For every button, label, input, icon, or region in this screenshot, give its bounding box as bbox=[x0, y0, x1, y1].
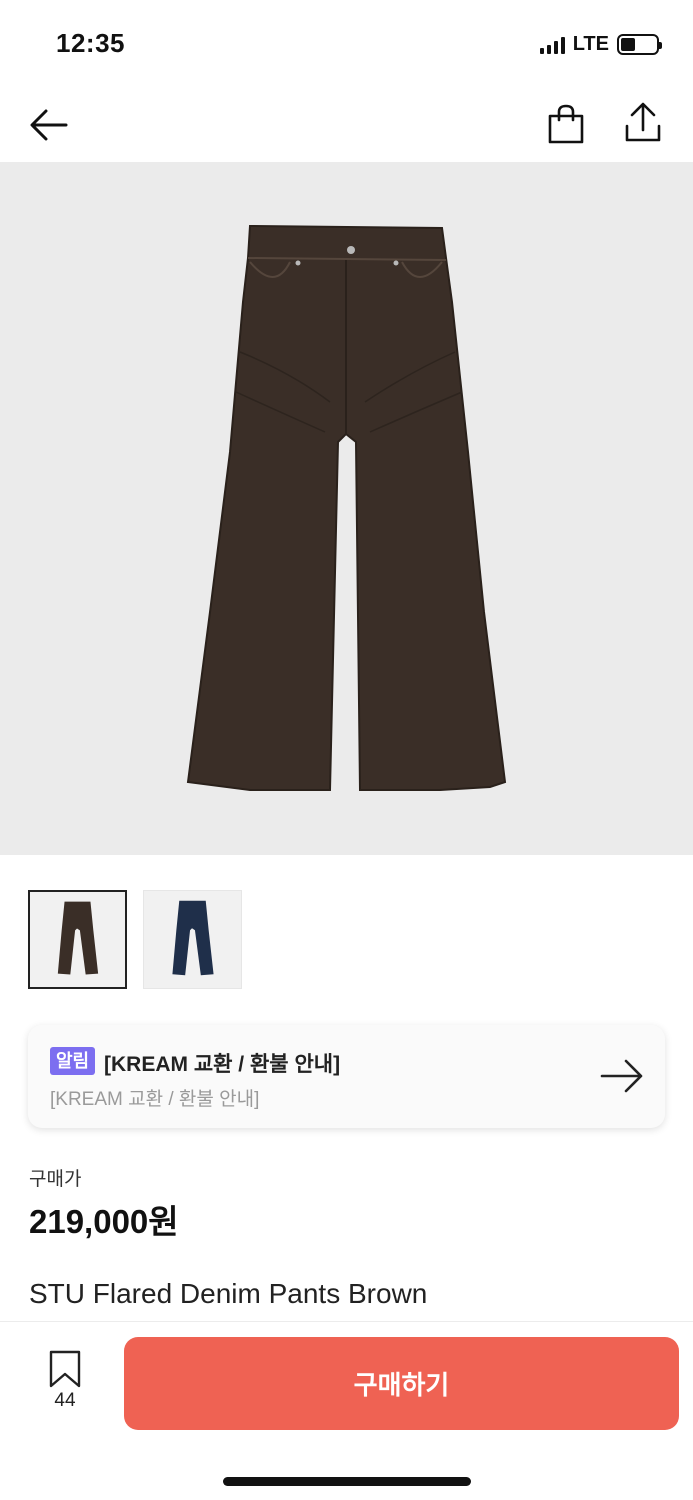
home-indicator[interactable] bbox=[223, 1477, 471, 1486]
back-button[interactable] bbox=[26, 102, 72, 148]
notice-subtitle: [KREAM 교환 / 환불 안내] bbox=[50, 1089, 260, 1110]
bookmark-icon bbox=[49, 1350, 81, 1388]
arrow-right-icon bbox=[600, 1059, 643, 1093]
pants-thumbnail-brown bbox=[57, 901, 99, 975]
thumbnail-navy[interactable] bbox=[143, 890, 242, 989]
price-value: 219,000원 bbox=[29, 1203, 179, 1240]
product-name: STU Flared Denim Pants Brown bbox=[29, 1278, 428, 1309]
product-main-image[interactable] bbox=[0, 162, 693, 855]
pants-thumbnail-navy bbox=[172, 900, 214, 976]
shopping-bag-icon bbox=[548, 104, 584, 144]
notice-title: [KREAM 교환 / 환불 안내] bbox=[104, 1053, 341, 1076]
share-button[interactable] bbox=[620, 100, 666, 146]
buy-button[interactable]: 구매하기 bbox=[124, 1337, 679, 1430]
notice-banner[interactable]: 알림 [KREAM 교환 / 환불 안내] [KREAM 교환 / 환불 안내] bbox=[28, 1025, 665, 1128]
bottom-action-bar: 44 구매하기 bbox=[0, 1321, 693, 1500]
arrow-left-icon bbox=[30, 109, 68, 141]
price-label: 구매가 bbox=[29, 1169, 82, 1190]
thumbnail-list bbox=[28, 890, 242, 989]
bookmark-count: 44 bbox=[54, 1390, 76, 1411]
bookmark-button[interactable]: 44 bbox=[40, 1350, 90, 1414]
status-bar: 12:35 LTE bbox=[0, 0, 693, 88]
thumbnail-brown[interactable] bbox=[28, 890, 127, 989]
share-icon bbox=[625, 102, 661, 142]
network-label: LTE bbox=[572, 33, 609, 55]
status-indicators: LTE bbox=[539, 33, 662, 56]
battery-icon bbox=[617, 34, 662, 55]
signal-icon bbox=[539, 36, 565, 54]
nav-bar bbox=[0, 88, 693, 162]
pants-image bbox=[186, 224, 507, 791]
status-time: 12:35 bbox=[56, 28, 125, 58]
shopping-bag-button[interactable] bbox=[543, 102, 589, 148]
notice-badge: 알림 bbox=[50, 1047, 96, 1075]
